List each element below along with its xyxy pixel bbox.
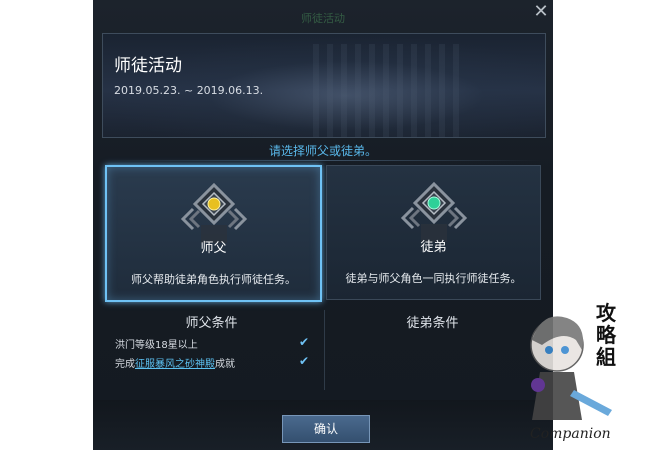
achievement-link[interactable]: 征服暴风之砂神殿	[135, 359, 215, 370]
role-select-prompt: 请选择师父或徒弟。	[268, 144, 377, 158]
watermark-text: Companion	[530, 426, 611, 442]
apprentice-conditions-title: 徒弟条件	[406, 316, 459, 331]
bottom-bar: 确认	[93, 400, 553, 450]
master-description: 师父帮助徒弟角色执行师徒任务。	[131, 273, 296, 286]
close-icon[interactable]: ✕	[533, 3, 549, 21]
check-icon: ✔	[299, 354, 310, 368]
confirm-button[interactable]: 确认	[282, 415, 370, 443]
apprentice-label: 徒弟	[420, 240, 447, 255]
event-title: 师徒活动	[114, 56, 182, 76]
condition-text-suffix: 成就	[215, 359, 235, 370]
dialog-top-title: 师徒活动	[301, 12, 345, 25]
event-date-range: 2019.05.23. ~ 2019.06.13.	[114, 84, 264, 97]
check-icon: ✔	[299, 335, 310, 349]
master-condition-item: 洪门等级18星以上 ✔	[115, 336, 315, 352]
condition-text: 完成	[115, 359, 135, 370]
master-condition-item: 完成征服暴风之砂神殿成就 ✔	[115, 355, 315, 371]
apprentice-description: 徒弟与师父角色一同执行师徒任务。	[345, 272, 522, 285]
master-role-card[interactable]: 师父 师父帮助徒弟角色执行师徒任务。	[105, 165, 322, 302]
divider	[103, 160, 543, 161]
banner-background-art	[313, 44, 463, 137]
master-conditions-title: 师父条件	[185, 316, 238, 331]
apprentice-role-card[interactable]: 徒弟 徒弟与师父角色一同执行师徒任务。	[326, 165, 541, 300]
event-banner: 师徒活动 2019.05.23. ~ 2019.06.13.	[102, 33, 546, 138]
mentor-dialog: 师徒活动 ✕ 师徒活动 2019.05.23. ~ 2019.06.13. 请选…	[93, 0, 553, 450]
master-label: 师父	[200, 241, 227, 256]
condition-text: 洪门等级18星以上	[115, 340, 198, 351]
conditions-divider	[324, 310, 325, 390]
watermark-cn-logo: 攻略組	[596, 301, 616, 369]
